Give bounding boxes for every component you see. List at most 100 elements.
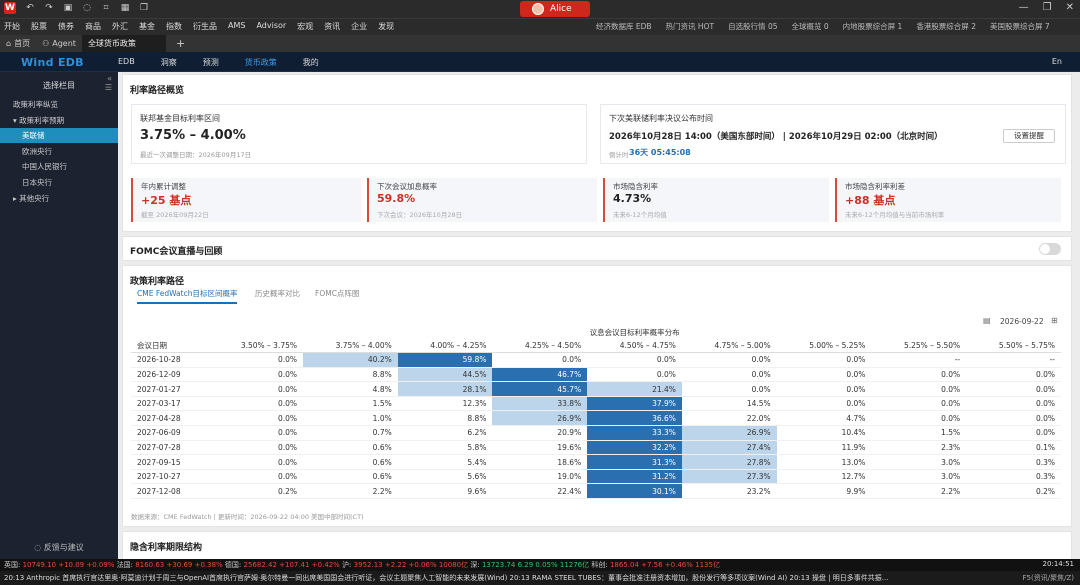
user-badge[interactable]: Alice xyxy=(520,1,590,17)
redo-icon[interactable]: ↷ xyxy=(44,2,54,14)
quick-link[interactable]: 美国股票综合屏 7 xyxy=(990,21,1050,32)
menu-item[interactable]: AMS xyxy=(228,21,245,32)
add-tab-icon[interactable]: + xyxy=(166,35,195,52)
table-row[interactable]: 2026-12-09 0.0% 8.8% 44.5% 46.7% 0.0% 0.0% 0.0%… xyxy=(131,367,1061,383)
sidebar-item[interactable]: 中国人民银行 xyxy=(0,159,118,174)
prob-cell: 27.3% xyxy=(681,469,777,485)
sidebar-item[interactable]: ▸ 其他央行 xyxy=(0,191,118,206)
quick-link[interactable]: 全球概览 0 xyxy=(792,21,829,32)
table-row[interactable]: 2026-10-28 0.0% 40.2% 59.8% 0.0% 0.0% 0.0% 0.0%… xyxy=(131,352,1061,368)
menu-item[interactable]: 开始 xyxy=(4,21,20,32)
pdf-icon[interactable]: ▣ xyxy=(63,2,73,14)
menu-item[interactable]: 指数 xyxy=(166,21,182,32)
sidebar-item[interactable]: 政策利率纵览 xyxy=(0,97,118,112)
prob-cell: 46.7% xyxy=(492,367,588,383)
sidebar-item[interactable]: 欧洲央行 xyxy=(0,144,118,159)
sidebar-item[interactable]: 日本央行 xyxy=(0,175,118,190)
menu-item[interactable]: 宏观 xyxy=(297,21,313,32)
quick-link[interactable]: 经济数据库 EDB xyxy=(596,21,652,32)
tab-dot-plot[interactable]: FOMC点阵图 xyxy=(315,288,359,299)
prob-cell: 0.0% xyxy=(587,367,682,383)
meeting-date: 2027-09-15 xyxy=(131,454,209,470)
prob-cell: 0.0% xyxy=(208,440,303,456)
sidebar-item[interactable]: 美联储 xyxy=(0,128,118,144)
prob-cell: 9.9% xyxy=(776,483,872,500)
quick-link[interactable]: 内地股票综合屏 1 xyxy=(843,21,903,32)
tab-history-compare[interactable]: 历史概率对比 xyxy=(255,288,300,299)
calendar-icon[interactable]: ▤ xyxy=(983,316,991,325)
ticker-segment: +2.22 xyxy=(382,561,409,569)
news-shortcut: F5(资讯/聚焦/Z) xyxy=(1022,574,1074,582)
prob-cell: 0.0% xyxy=(208,381,303,397)
wind-logo-icon[interactable]: W xyxy=(4,2,16,14)
table-row[interactable]: 2027-12-08 0.2% 2.2% 9.6% 22.4% 30.1% 23.2% 9.9… xyxy=(131,483,1061,500)
table-row[interactable]: 2027-01-27 0.0% 4.8% 28.1% 45.7% 21.4% 0.0% 0.0… xyxy=(131,381,1061,397)
table-row[interactable]: 2027-07-28 0.0% 0.6% 5.8% 19.6% 32.2% 27.4% 11.… xyxy=(131,440,1061,456)
news-text[interactable]: 20:13 Anthropic 首席执行官达里奥·阿莫迪计划于周三与OpenAI… xyxy=(4,573,964,583)
chat-icon[interactable]: ◌ xyxy=(82,2,92,14)
prob-cell: 59.8% xyxy=(397,352,493,368)
prob-cell: 44.5% xyxy=(397,367,493,383)
undo-icon[interactable]: ↶ xyxy=(25,2,35,14)
minimize-icon[interactable]: — xyxy=(1019,2,1029,13)
nav-item[interactable]: 洞察 xyxy=(161,57,177,68)
tab-fedwatch[interactable]: CME FedWatch目标区间概率 xyxy=(137,288,238,304)
screenshot-icon[interactable]: ⌗ xyxy=(101,2,111,14)
quick-link[interactable]: 自选股行情 05 xyxy=(728,21,777,32)
rate-col-header: 5.50% – 5.75% xyxy=(966,338,1061,354)
export-icon[interactable]: ⊞ xyxy=(1051,316,1058,325)
tab-home[interactable]: ⌂ 首页 xyxy=(0,35,36,52)
nav-item[interactable]: 预测 xyxy=(203,57,219,68)
copy-icon[interactable]: ❐ xyxy=(139,2,149,14)
menu-item[interactable]: 企业 xyxy=(351,21,367,32)
market-ticker: 英国: 10749.10 +10.09 +0.09% 法国: 8160.63 +… xyxy=(0,559,1080,571)
fomc-toggle[interactable] xyxy=(1039,243,1061,255)
prob-cell: 0.6% xyxy=(303,454,398,470)
stat-sub: 未来6-12个月均值与当前市场利率 xyxy=(845,211,945,219)
ticker-segment: 深: xyxy=(470,561,482,569)
table-row[interactable]: 2027-09-15 0.0% 0.6% 5.4% 18.6% 31.3% 27.8% 13.… xyxy=(131,454,1061,470)
prob-cell: 6.2% xyxy=(397,425,493,441)
meeting-date: 2027-06-09 xyxy=(131,425,209,441)
menu-item[interactable]: 衍生品 xyxy=(193,21,217,32)
sidebar: « 选择栏目 ☰ 政策利率纵览 ▾ 政策利率预期 美联储 欧洲央行 中国人民银行 日本央行… xyxy=(0,72,118,559)
table-row[interactable]: 2027-10-27 0.0% 0.6% 5.6% 19.0% 31.2% 27.3% 12.… xyxy=(131,469,1061,485)
implied-title: 隐含利率期限结构 xyxy=(130,543,203,553)
sidebar-item[interactable]: ▾ 政策利率预期 xyxy=(0,113,118,128)
brand-logo[interactable]: Wind EDB xyxy=(21,56,84,69)
tab-monetary-policy[interactable]: 全球货币政策 xyxy=(81,35,166,52)
prob-cell: 0.3% xyxy=(966,469,1061,485)
menu-item[interactable]: 股票 xyxy=(31,21,47,32)
nav-item[interactable]: EDB xyxy=(118,57,135,68)
maximize-icon[interactable]: ❐ xyxy=(1043,2,1052,13)
menu-item[interactable]: 商品 xyxy=(85,21,101,32)
prob-cell: 4.8% xyxy=(303,381,398,397)
set-reminder-button[interactable]: 设置提醒 xyxy=(1003,129,1055,143)
policy-path-panel: 政策利率路径 CME FedWatch目标区间概率 历史概率对比 FOMC点阵图… xyxy=(122,265,1072,527)
prob-cell: 20.9% xyxy=(492,425,588,441)
menu-item[interactable]: 资讯 xyxy=(324,21,340,32)
nav-item[interactable]: 我的 xyxy=(303,57,319,68)
meeting-date: 2027-10-27 xyxy=(131,469,209,485)
quick-link[interactable]: 热门资讯 HOT xyxy=(666,21,715,32)
grid-icon[interactable]: ▦ xyxy=(120,2,130,14)
avatar xyxy=(532,3,544,15)
close-icon[interactable]: ✕ xyxy=(1066,2,1074,13)
menu-icon[interactable]: ☰ xyxy=(105,83,112,92)
language-toggle[interactable]: En xyxy=(1052,57,1062,66)
quick-link[interactable]: 香港股票综合屏 2 xyxy=(916,21,976,32)
tab-agent[interactable]: ⚇ Agent xyxy=(36,35,82,52)
table-row[interactable]: 2027-03-17 0.0% 1.5% 12.3% 33.8% 37.9% 14.5% 0.… xyxy=(131,396,1061,412)
menu-item[interactable]: 基金 xyxy=(139,21,155,32)
menu-item[interactable]: 债券 xyxy=(58,21,74,32)
table-row[interactable]: 2027-06-09 0.0% 0.7% 6.2% 20.9% 33.3% 26.9% 10.… xyxy=(131,425,1061,441)
table-row[interactable]: 2027-04-28 0.0% 1.0% 8.8% 26.9% 36.6% 22.0% 4.7… xyxy=(131,410,1061,427)
menu-item[interactable]: Advisor xyxy=(256,21,286,32)
feedback-button[interactable]: ◌ 反馈与建议 xyxy=(0,542,118,553)
prob-cell: 33.8% xyxy=(492,396,588,412)
stat-sub: 下次会议：2026年10月28日 xyxy=(377,211,463,219)
prob-cell: 8.8% xyxy=(303,367,398,383)
menu-item[interactable]: 发现 xyxy=(378,21,394,32)
menu-item[interactable]: 外汇 xyxy=(112,21,128,32)
nav-item[interactable]: 货币政策 xyxy=(245,57,277,68)
